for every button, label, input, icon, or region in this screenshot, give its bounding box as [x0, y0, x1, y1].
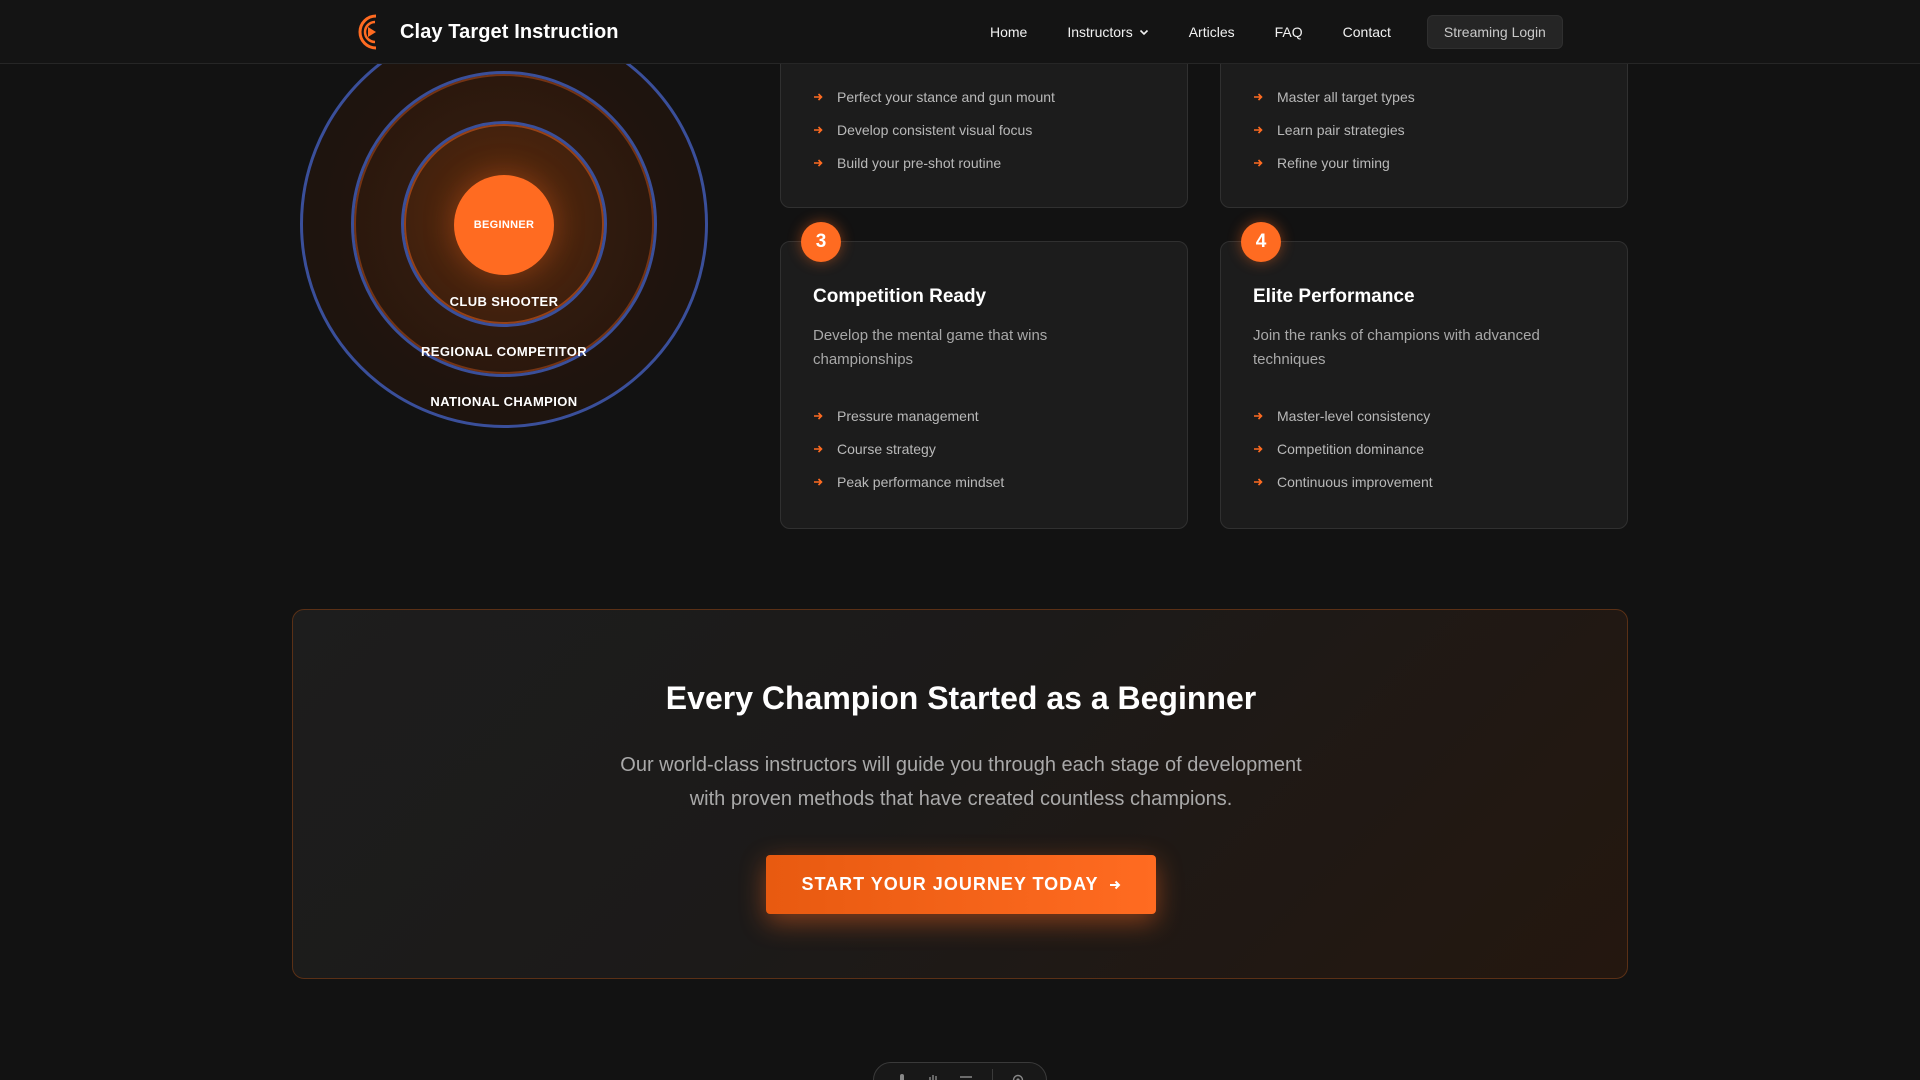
bottom-toolbar	[873, 1062, 1047, 1080]
list-item: Pressure management	[813, 399, 1004, 432]
brand-link[interactable]: Clay Target Instruction	[352, 12, 619, 52]
list-item: Peak performance mindset	[813, 465, 1004, 498]
arrow-right-icon	[814, 92, 823, 101]
nav-contact[interactable]: Contact	[1343, 24, 1391, 40]
nav-instructors-dropdown[interactable]: Instructors	[1067, 24, 1148, 40]
nav-home[interactable]: Home	[990, 24, 1027, 40]
navbar: Clay Target Instruction Home Instructors…	[0, 0, 1920, 64]
arrow-right-icon	[1254, 444, 1263, 453]
arrow-right-icon	[814, 125, 823, 134]
hand-icon[interactable]	[927, 1073, 941, 1080]
target-logo-icon	[358, 14, 377, 50]
list-item: Continuous improvement	[1253, 465, 1433, 498]
stage-3-bullets: Pressure management Course strategy Peak…	[813, 399, 1004, 498]
stage-2-bullets: Master all target types Learn pair strat…	[1253, 80, 1415, 179]
stage-1-bullets: Perfect your stance and gun mount Develo…	[813, 80, 1055, 179]
cta-text: Our world-class instructors will guide y…	[620, 754, 1302, 810]
list-item: Master all target types	[1253, 80, 1415, 113]
ring-label-club-shooter: CLUB SHOOTER	[449, 294, 559, 309]
list-icon[interactable]	[959, 1073, 973, 1080]
bullet-text: Develop consistent visual focus	[837, 121, 1033, 138]
list-item: Competition dominance	[1253, 432, 1433, 465]
stage-title: Competition Ready	[813, 286, 987, 307]
list-item: Master-level consistency	[1253, 399, 1433, 432]
list-item: Develop consistent visual focus	[813, 113, 1055, 146]
toolbar-divider	[991, 1069, 993, 1080]
bullet-text: Learn pair strategies	[1277, 121, 1405, 138]
bullet-text: Pressure management	[837, 407, 979, 424]
main-nav: Home Instructors Articles FAQ Contact St…	[990, 0, 1563, 64]
arrow-right-icon	[1254, 411, 1263, 420]
stage-description: Develop the mental game that wins champi…	[813, 327, 1048, 368]
arrow-right-icon	[1254, 477, 1263, 486]
arrow-right-icon	[1254, 92, 1263, 101]
stage-4-bullets: Master-level consistency Competition dom…	[1253, 399, 1433, 498]
nav-faq[interactable]: FAQ	[1275, 24, 1303, 40]
bullet-text: Build your pre-shot routine	[837, 154, 1002, 171]
arrow-right-icon	[1254, 125, 1263, 134]
ring-label-regional-competitor: REGIONAL COMPETITOR	[420, 344, 588, 359]
bullet-text: Refine your timing	[1277, 154, 1390, 171]
start-journey-button[interactable]: START YOUR JOURNEY TODAY	[766, 855, 1156, 914]
arrow-right-icon	[814, 444, 823, 453]
bullet-text: Peak performance mindset	[837, 473, 1005, 490]
streaming-login-button[interactable]: Streaming Login	[1426, 15, 1563, 49]
bullet-text: Continuous improvement	[1277, 473, 1433, 490]
stage-number-badge: 4	[1241, 222, 1281, 262]
settings-icon[interactable]	[1011, 1073, 1025, 1080]
arrow-right-icon	[814, 477, 823, 486]
stage-card-4: 4 Elite Performance Join the ranks of ch…	[1220, 222, 1628, 529]
ring-label-national-champion: NATIONAL CHAMPION	[430, 394, 578, 409]
bullet-text: Competition dominance	[1277, 440, 1425, 457]
start-journey-label: START YOUR JOURNEY TODAY	[801, 874, 1099, 894]
arrow-right-icon	[814, 411, 823, 420]
progression-target: BEGINNER CLUB SHOOTER REGIONAL COMPETITO…	[300, 20, 708, 428]
bullet-text: Course strategy	[837, 440, 936, 457]
microphone-icon[interactable]	[895, 1073, 909, 1080]
arrow-right-icon	[814, 158, 823, 167]
stage-card-3: 3 Competition Ready Develop the mental g…	[780, 222, 1188, 529]
stage-description: Join the ranks of champions with advance…	[1253, 327, 1540, 368]
list-item: Course strategy	[813, 432, 1004, 465]
list-item: Refine your timing	[1253, 146, 1415, 179]
cta-panel: Every Champion Started as a Beginner Our…	[292, 609, 1628, 979]
bullseye-beginner: BEGINNER	[454, 175, 554, 275]
list-item: Perfect your stance and gun mount	[813, 80, 1055, 113]
list-item: Build your pre-shot routine	[813, 146, 1055, 179]
bullet-text: Perfect your stance and gun mount	[837, 88, 1055, 105]
nav-articles[interactable]: Articles	[1189, 24, 1235, 40]
chevron-down-icon	[1139, 29, 1148, 36]
bullet-text: Master-level consistency	[1277, 407, 1431, 424]
bullet-text: Master all target types	[1277, 88, 1415, 105]
stage-number-badge: 3	[801, 222, 841, 262]
brand-name: Clay Target Instruction	[400, 20, 619, 43]
stage-title: Elite Performance	[1253, 286, 1415, 307]
list-item: Learn pair strategies	[1253, 113, 1415, 146]
cta-title: Every Champion Started as a Beginner	[665, 680, 1257, 716]
arrow-right-icon	[1254, 158, 1263, 167]
nav-instructors-label: Instructors	[1067, 24, 1133, 40]
arrow-right-icon	[1109, 880, 1120, 889]
